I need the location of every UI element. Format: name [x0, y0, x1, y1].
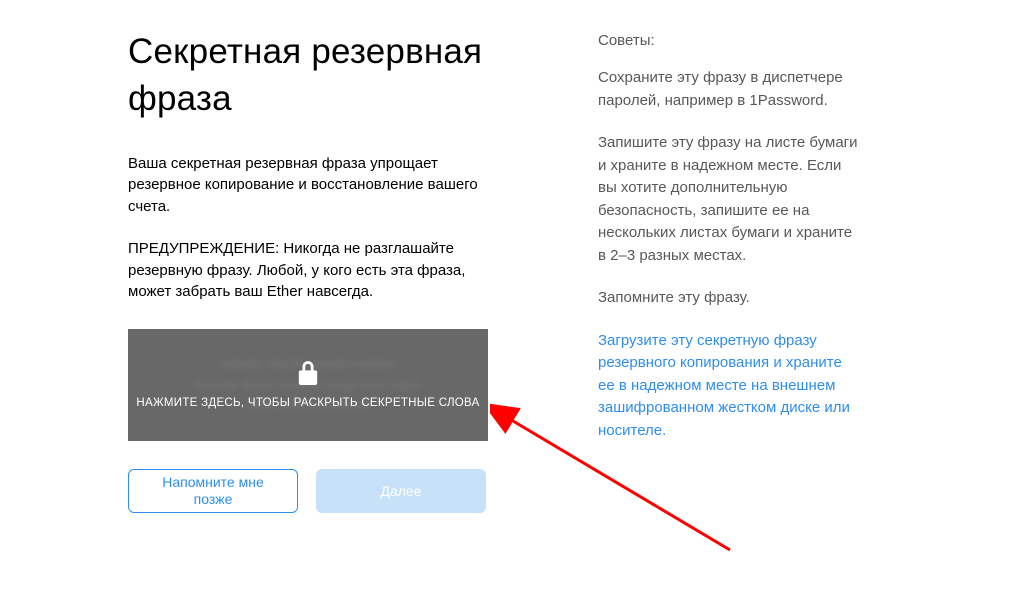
page-title: Секретная резервная фраза	[128, 28, 498, 123]
tip-item: Сохраните эту фразу в диспетчере паролей…	[598, 67, 858, 112]
main-column: Секретная резервная фраза Ваша секретная…	[128, 28, 498, 513]
download-seed-link[interactable]: Загрузите эту секретную фразу резервного…	[598, 330, 858, 443]
button-row: Напомните мне позже Далее	[128, 469, 498, 513]
next-button: Далее	[316, 469, 486, 513]
tips-column: Советы: Сохраните эту фразу в диспетчере…	[598, 28, 858, 513]
reveal-seed-box[interactable]: nobody ring list speed monkey favorite t…	[128, 329, 488, 441]
lock-icon	[297, 361, 319, 397]
remind-later-button[interactable]: Напомните мне позже	[128, 469, 298, 513]
description-text: Ваша секретная резервная фраза упрощает …	[128, 153, 498, 218]
reveal-seed-label: НАЖМИТЕ ЗДЕСЬ, ЧТОБЫ РАСКРЫТЬ СЕКРЕТНЫЕ …	[136, 397, 479, 409]
warning-text: ПРЕДУПРЕЖДЕНИЕ: Никогда не разглашайте р…	[128, 238, 498, 303]
tip-item: Запишите эту фразу на листе бумаги и хра…	[598, 132, 858, 267]
tips-heading: Советы:	[598, 32, 858, 49]
tip-item: Запомните эту фразу.	[598, 287, 858, 310]
